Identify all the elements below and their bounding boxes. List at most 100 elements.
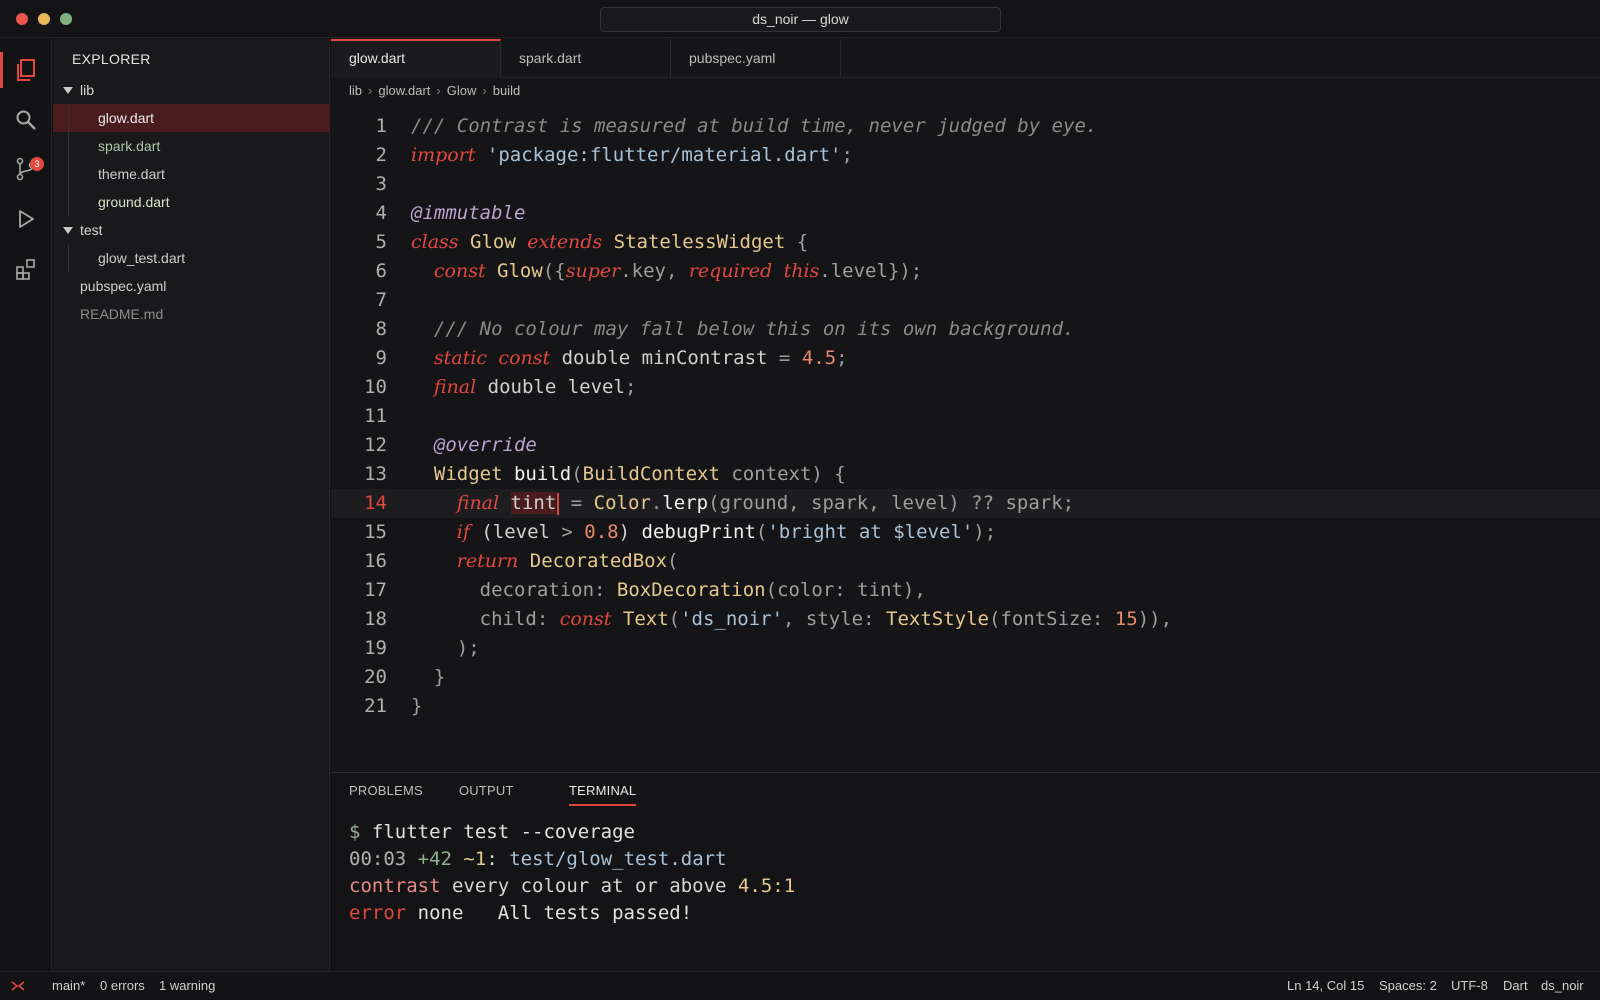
editor-area: glow.dart spark.dart pubspec.yaml lib › gl… [331, 39, 1600, 772]
breadcrumb: lib › glow.dart › Glow › build [349, 83, 521, 98]
terminal-line: $ flutter test --coverage [349, 821, 635, 843]
line-number: 21 [364, 695, 387, 717]
indentation-indicator[interactable]: Spaces: 2 [1379, 972, 1437, 1000]
tree-item-label: glow_test.dart [98, 250, 186, 266]
warnings-indicator[interactable]: 1 warning [159, 972, 215, 1000]
extensions-icon [16, 259, 35, 280]
code-line[interactable]: 4 @immutable [331, 199, 1600, 228]
terminal-output[interactable]: $ flutter test --coverage 00:03 +42 ~1: t… [349, 819, 795, 927]
close-window-button[interactable] [16, 13, 28, 25]
cursor-position[interactable]: Ln 14, Col 15 [1287, 972, 1364, 1000]
tree-item-label: ground.dart [98, 194, 170, 210]
tab-output[interactable]: OUTPUT [459, 783, 514, 798]
tree-folder-lib[interactable]: lib [53, 76, 330, 104]
breadcrumb-item[interactable]: Glow [447, 83, 477, 98]
code-text: class Glow extends StatelessWidget { [411, 231, 809, 253]
code-line[interactable]: 3 [331, 170, 1600, 199]
code-line[interactable]: 1 /// Contrast is measured at build time,… [331, 112, 1600, 141]
tab-pubspec-yaml[interactable]: pubspec.yaml [671, 39, 841, 78]
tree-file-ground-dart[interactable]: ground.dart [53, 188, 330, 216]
code-line[interactable]: 17 decoration: BoxDecoration(color: tint… [331, 576, 1600, 605]
activity-bar: 3 [0, 39, 52, 971]
code-line[interactable]: 15 if (level > 0.8) debugPrint('bright a… [331, 518, 1600, 547]
remote-button[interactable] [0, 972, 36, 1000]
code-text: @override [433, 434, 537, 456]
minimize-window-button[interactable] [38, 13, 50, 25]
branch-indicator[interactable]: main* [52, 972, 85, 1000]
code-line[interactable]: 19 ); [331, 634, 1600, 663]
tab-spark-dart[interactable]: spark.dart [501, 39, 671, 78]
tree-file-glow-test-dart[interactable]: glow_test.dart [53, 244, 330, 272]
code-text: child: const Text('ds_noir', style: Text… [411, 608, 1173, 630]
terminal-line: error none All tests passed! [349, 902, 693, 924]
tree-folder-test[interactable]: test [53, 216, 330, 244]
tree-file-pubspec-yaml[interactable]: pubspec.yaml [53, 272, 330, 300]
code-text: final tint = Color.lerp(ground, spark, l… [456, 492, 1075, 515]
code-line[interactable]: 6 const Glow({super.key, required this.l… [331, 257, 1600, 286]
line-number: 5 [375, 231, 387, 253]
code-text: ); [411, 637, 480, 659]
run-activity-button[interactable] [0, 195, 52, 243]
theme-indicator[interactable]: ds_noir [1541, 972, 1584, 1000]
code-line[interactable]: 7 [331, 286, 1600, 315]
code-line[interactable]: 2 import 'package:flutter/material.dart'; [331, 141, 1600, 170]
code-line[interactable]: 12 @override [331, 431, 1600, 460]
line-number: 3 [375, 173, 387, 195]
terminal-line: 00:03 +42 ~1: test/glow_test.dart [349, 848, 727, 870]
tree-file-spark-dart[interactable]: spark.dart [53, 132, 330, 160]
code-line[interactable]: 21} [331, 692, 1600, 721]
language-mode[interactable]: Dart [1503, 972, 1528, 1000]
code-line[interactable]: 14 final tint = Color.lerp(ground, spark… [331, 489, 1600, 518]
tree-item-label: pubspec.yaml [80, 278, 167, 294]
tree-file-readme-md[interactable]: README.md [53, 300, 330, 328]
code-text: static const double minContrast = 4.5; [433, 347, 848, 369]
line-number: 17 [364, 579, 387, 601]
encoding-indicator[interactable]: UTF-8 [1451, 972, 1488, 1000]
code-line[interactable]: 5 class Glow extends StatelessWidget { [331, 228, 1600, 257]
code-line[interactable]: 9 static const double minContrast = 4.5; [331, 344, 1600, 373]
breadcrumb-item[interactable]: lib [349, 83, 362, 98]
code-text: @immutable [411, 202, 526, 224]
line-number: 19 [364, 637, 387, 659]
code-line[interactable]: 18 child: const Text('ds_noir', style: T… [331, 605, 1600, 634]
code-line[interactable]: 11 [331, 402, 1600, 431]
tree-file-glow-dart[interactable]: glow.dart [53, 104, 330, 132]
tab-glow-dart[interactable]: glow.dart [331, 39, 501, 78]
source-control-activity-button[interactable]: 3 [0, 145, 52, 193]
code-text: decoration: BoxDecoration(color: tint), [411, 579, 926, 601]
tree-item-label: test [80, 222, 103, 238]
code-line[interactable]: 13 Widget build(BuildContext context) { [331, 460, 1600, 489]
line-number: 9 [375, 347, 387, 369]
line-number: 8 [375, 318, 387, 340]
explorer-activity-button[interactable] [0, 46, 52, 94]
tree-item-label: theme.dart [98, 166, 165, 182]
code-text: } [411, 666, 446, 688]
maximize-window-button[interactable] [60, 13, 72, 25]
code-text: /// No colour may fall below this on its… [433, 318, 1075, 340]
tab-terminal[interactable]: TERMINAL [569, 783, 637, 806]
code-line[interactable]: 10 final double level; [331, 373, 1600, 402]
code-text: if (level > 0.8) debugPrint('bright at $… [456, 521, 997, 543]
window-title[interactable]: ds_noir — glow [600, 7, 1001, 32]
code-line[interactable]: 8 /// No colour may fall below this on i… [331, 315, 1600, 344]
code-text: const Glow({super.key, required this.lev… [433, 260, 923, 282]
code-text: return DecoratedBox( [456, 550, 679, 572]
code-line[interactable]: 16 return DecoratedBox( [331, 547, 1600, 576]
line-number: 20 [364, 666, 387, 688]
editor-tabs: glow.dart spark.dart pubspec.yaml [331, 39, 1600, 78]
scm-badge: 3 [30, 157, 44, 171]
code-text: final double level; [433, 376, 637, 398]
tree-file-theme-dart[interactable]: theme.dart [53, 160, 330, 188]
breadcrumb-item[interactable]: glow.dart [378, 83, 430, 98]
line-number: 6 [375, 260, 387, 282]
code-text: /// Contrast is measured at build time, … [411, 115, 1098, 137]
extensions-activity-button[interactable] [0, 245, 52, 293]
errors-indicator[interactable]: 0 errors [100, 972, 145, 1000]
code-text: } [411, 695, 423, 717]
tab-problems[interactable]: PROBLEMS [349, 783, 423, 798]
code-line[interactable]: 20 } [331, 663, 1600, 692]
breadcrumb-item[interactable]: build [493, 83, 520, 98]
tree-item-label: lib [80, 82, 95, 98]
terminal-line: contrast every colour at or above 4.5:1 [349, 875, 796, 897]
search-activity-button[interactable] [0, 96, 52, 144]
